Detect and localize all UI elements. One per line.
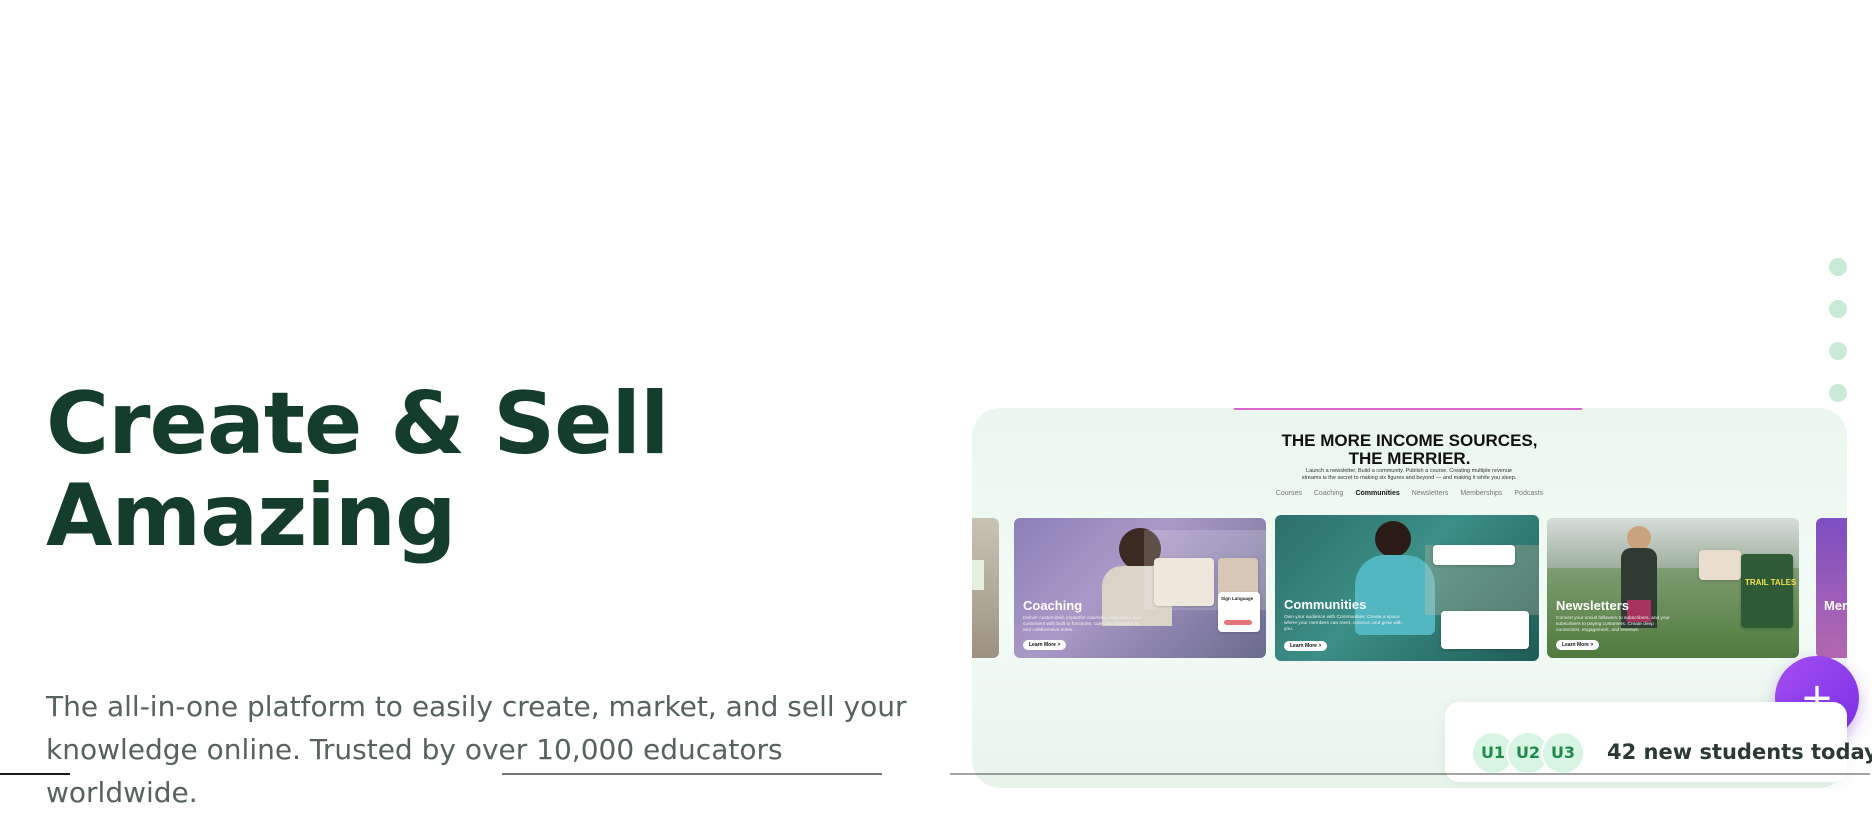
feature-card-coaching[interactable]: Sign Language Coaching Deliver customize…	[1014, 518, 1266, 658]
card-title: Newsletters	[1556, 598, 1629, 613]
mockup-tab-coaching[interactable]: Coaching	[1314, 490, 1344, 497]
mockup-headline-line: THE MORE INCOME SOURCES,	[1281, 431, 1538, 450]
learn-more-button[interactable]: Learn More >	[1023, 640, 1067, 650]
mockup-headline: THE MORE INCOME SOURCES, THE MERRIER.	[972, 432, 1847, 468]
card-title: Memb	[1824, 598, 1847, 613]
card-title: Communities	[1284, 597, 1367, 612]
card-description: Deliver customized, impactful coaching s…	[1023, 616, 1142, 633]
feature-card-partial-left	[972, 518, 999, 658]
pagination-dot[interactable]	[1829, 258, 1847, 276]
mockup-description: Launch a newsletter. Build a community. …	[1301, 468, 1517, 481]
mockup-tab-newsletters[interactable]: Newsletters	[1412, 490, 1449, 497]
new-students-widget: U1 U2 U3 42 new students today	[1445, 702, 1872, 782]
mockup-tab-courses[interactable]: Courses	[1276, 490, 1302, 497]
pagination-dot[interactable]	[1829, 300, 1847, 318]
mockup-headline-line: THE MERRIER.	[1348, 449, 1471, 468]
coaching-inset-label: Sign Language	[1221, 596, 1254, 601]
hero-title: Create & Sell Amazing	[46, 374, 669, 566]
feature-card-partial-right: Memb	[1816, 518, 1847, 658]
pagination-dot[interactable]	[1829, 384, 1847, 402]
card-title: Coaching	[1023, 598, 1083, 613]
accent-line	[1234, 408, 1582, 410]
mockup-tab-memberships[interactable]: Memberships	[1460, 490, 1502, 497]
mockup-tab-podcasts[interactable]: Podcasts	[1514, 490, 1543, 497]
learn-more-button[interactable]: Learn More >	[1556, 640, 1600, 650]
card-description: Own your audience with Communities. Crea…	[1284, 615, 1402, 632]
mockup-tab-communities[interactable]: Communities	[1355, 490, 1399, 497]
slide-pagination	[1829, 258, 1847, 426]
feature-card-newsletters[interactable]: TRAIL TALES Newsletters Convert your soc…	[1547, 518, 1799, 658]
card-description: Convert your social followers to subscri…	[1556, 616, 1670, 633]
avatar: U3	[1541, 731, 1585, 775]
pagination-dot[interactable]	[1829, 342, 1847, 360]
mockup-tabs: Courses Coaching Communities Newsletters…	[972, 490, 1847, 497]
newsletter-inset-label: TRAIL TALES	[1745, 578, 1797, 587]
learn-more-button[interactable]: Learn More >	[1284, 641, 1328, 651]
new-students-count: 42 new students today	[1607, 740, 1872, 764]
feature-card-communities[interactable]: Communities Own your audience with Commu…	[1275, 515, 1539, 661]
hero-subtitle: The all-in-one platform to easily create…	[46, 690, 907, 809]
